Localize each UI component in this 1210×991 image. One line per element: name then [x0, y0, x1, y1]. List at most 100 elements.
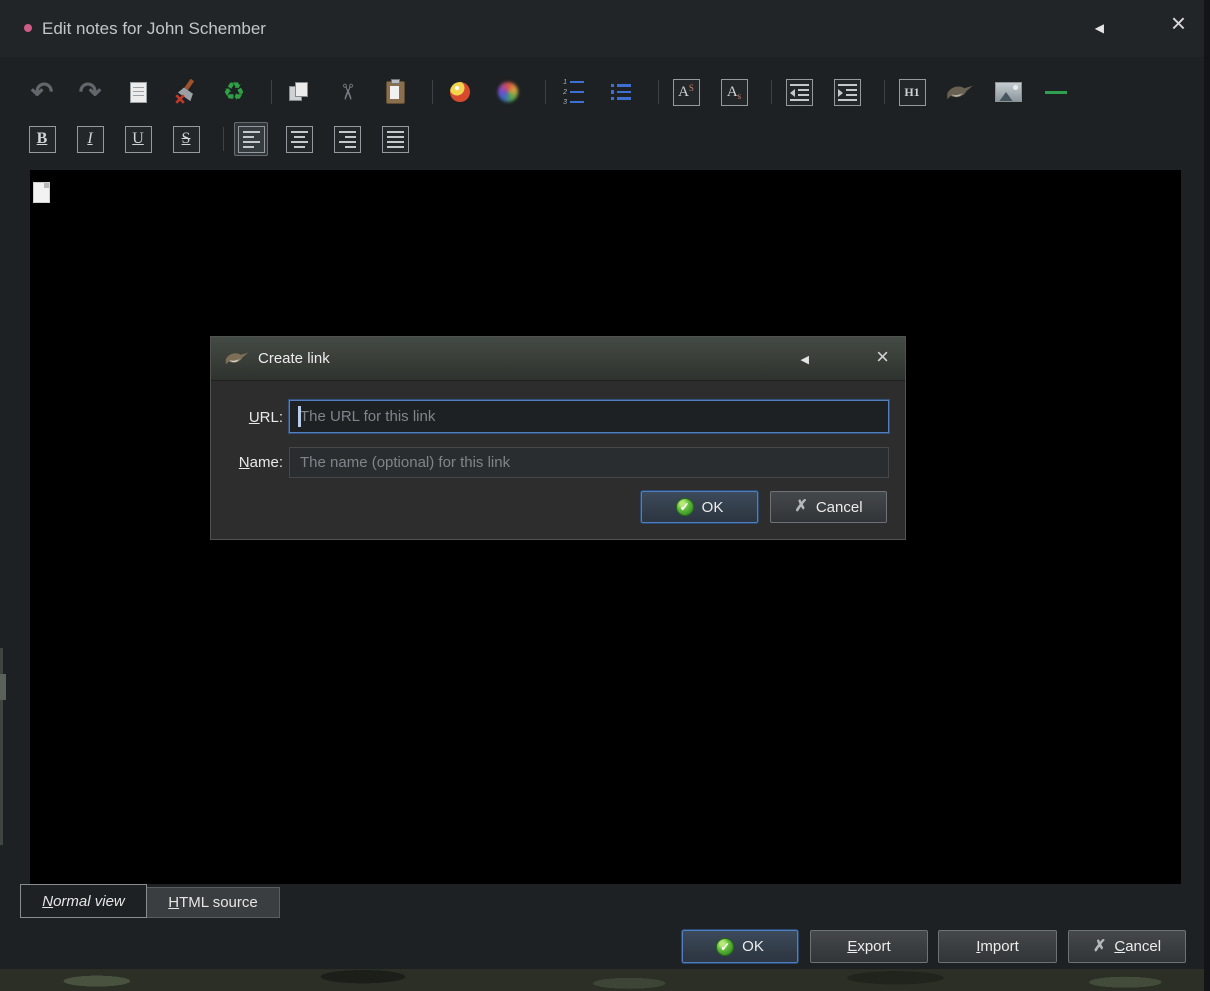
toolbar-separator — [545, 80, 546, 104]
remove-formatting-button[interactable] — [169, 75, 203, 109]
superscript-icon: AS — [672, 78, 700, 106]
superscript-button[interactable]: AS — [669, 75, 703, 109]
url-label: URL: — [248, 409, 283, 426]
export-button-label: Export — [847, 938, 891, 955]
edit-notes-window: Edit notes for John Schember ◀ × ↶ ↷ ♻ ✂ — [0, 0, 1204, 969]
background-color-button[interactable] — [443, 75, 477, 109]
redo-button[interactable]: ↷ — [73, 75, 107, 109]
dialog-back-icon[interactable]: ◀ — [801, 353, 809, 366]
align-right-button[interactable] — [330, 122, 364, 156]
toolbar-separator — [658, 80, 659, 104]
indent-icon — [833, 78, 861, 106]
outdent-button[interactable] — [782, 75, 816, 109]
editor-toolbar-row2: B I U S — [0, 121, 426, 157]
document-icon — [129, 81, 147, 103]
align-right-icon — [333, 125, 361, 153]
insert-link-button[interactable] — [943, 75, 977, 109]
toolbar-separator — [271, 80, 272, 104]
insert-image-button[interactable] — [991, 75, 1025, 109]
recycle-icon: ♻ — [222, 77, 246, 106]
subscript-button[interactable]: As — [717, 75, 751, 109]
copy-icon — [289, 82, 309, 102]
window-title: Edit notes for John Schember — [42, 19, 266, 38]
subscript-icon: As — [720, 78, 748, 106]
cancel-button-label: Cancel — [1114, 938, 1162, 955]
tab-normal-view-label: N — [42, 892, 54, 910]
copy-button[interactable] — [282, 75, 316, 109]
name-input[interactable] — [289, 447, 889, 478]
ok-button-label: OK — [742, 938, 764, 955]
clear-button[interactable]: ♻ — [217, 75, 251, 109]
name-input-wrap — [289, 447, 889, 478]
dialog-cancel-cross-icon: ✗ — [794, 498, 808, 515]
dialog-cancel-label: Cancel — [815, 498, 863, 516]
bold-icon: B — [28, 125, 56, 153]
heading-button[interactable]: H1 — [895, 75, 929, 109]
horizontal-rule-icon — [1045, 90, 1067, 94]
dialog-cancel-button[interactable]: ✗ Cancel — [770, 491, 887, 523]
underline-button[interactable]: U — [121, 122, 155, 156]
indent-button[interactable] — [830, 75, 864, 109]
broom-icon — [175, 79, 195, 104]
tab-html-source[interactable]: H TML source — [146, 887, 280, 918]
italic-button[interactable]: I — [73, 122, 107, 156]
screen-edge-artifact — [0, 674, 6, 700]
dialog-close-icon[interactable]: × — [876, 346, 889, 368]
create-link-titlebar: Create link ◀ × — [211, 337, 905, 381]
cut-button[interactable]: ✂ — [330, 75, 364, 109]
toolbar-separator — [884, 80, 885, 104]
create-link-dialog: Create link ◀ × URL: Name: ✓ OK — [210, 336, 906, 540]
ordered-list-button[interactable]: 1 2 3 — [556, 75, 590, 109]
url-input[interactable] — [289, 400, 889, 433]
paste-button[interactable] — [378, 75, 412, 109]
dialog-title: Create link — [258, 350, 330, 367]
align-justify-icon — [381, 125, 409, 153]
underline-icon: U — [124, 125, 152, 153]
tab-normal-view[interactable]: Normal view — [20, 884, 147, 918]
align-justify-button[interactable] — [378, 122, 412, 156]
image-icon — [994, 82, 1022, 102]
align-left-icon — [237, 125, 265, 153]
italic-icon: I — [76, 125, 104, 153]
strikethrough-button[interactable]: S — [169, 122, 203, 156]
dialog-ok-label: OK — [701, 498, 724, 516]
h1-icon: H1 — [898, 78, 926, 106]
undo-icon: ↶ — [30, 76, 54, 107]
import-button[interactable]: Import — [938, 930, 1057, 963]
unordered-list-icon — [610, 82, 632, 102]
horizontal-rule-button[interactable] — [1039, 75, 1073, 109]
toolbar-separator — [432, 80, 433, 104]
align-left-button[interactable] — [234, 122, 268, 156]
cancel-cross-icon: ✗ — [1092, 937, 1107, 955]
align-center-icon — [285, 125, 313, 153]
tab-html-source-label: H — [168, 894, 180, 911]
scissors-icon: ✂ — [335, 82, 360, 102]
cancel-button[interactable]: ✗ Cancel — [1068, 930, 1186, 963]
strikethrough-icon: S — [172, 125, 200, 153]
bold-button[interactable]: B — [25, 122, 59, 156]
toolbar-separator — [771, 80, 772, 104]
screen-right-margin — [1204, 0, 1210, 991]
dialog-ok-button[interactable]: ✓ OK — [641, 491, 758, 523]
tab-html-source-label: TML source — [179, 894, 258, 911]
ok-check-icon: ✓ — [716, 937, 735, 956]
swallow-link-icon — [947, 85, 973, 99]
toolbar-separator — [223, 127, 224, 151]
embedded-object-icon — [33, 182, 50, 203]
select-all-button[interactable] — [121, 75, 155, 109]
window-back-icon[interactable]: ◀ — [1095, 21, 1104, 35]
undo-button[interactable]: ↶ — [25, 75, 59, 109]
ordered-list-icon: 1 2 3 — [562, 77, 584, 107]
ok-button[interactable]: ✓ OK — [682, 930, 798, 963]
window-titlebar: Edit notes for John Schember ◀ × — [0, 0, 1204, 57]
align-center-button[interactable] — [282, 122, 316, 156]
rainbow-sphere-icon — [498, 82, 518, 102]
unordered-list-button[interactable] — [604, 75, 638, 109]
dialog-ok-check-icon: ✓ — [675, 498, 694, 516]
url-input-wrap — [289, 400, 889, 433]
editor-toolbar-row1: ↶ ↷ ♻ ✂ 1 2 3 A S A s H1 — [0, 74, 1087, 110]
foreground-color-button[interactable] — [491, 75, 525, 109]
window-close-icon[interactable]: × — [1171, 10, 1186, 36]
text-caret — [298, 406, 301, 427]
export-button[interactable]: Export — [810, 930, 928, 963]
